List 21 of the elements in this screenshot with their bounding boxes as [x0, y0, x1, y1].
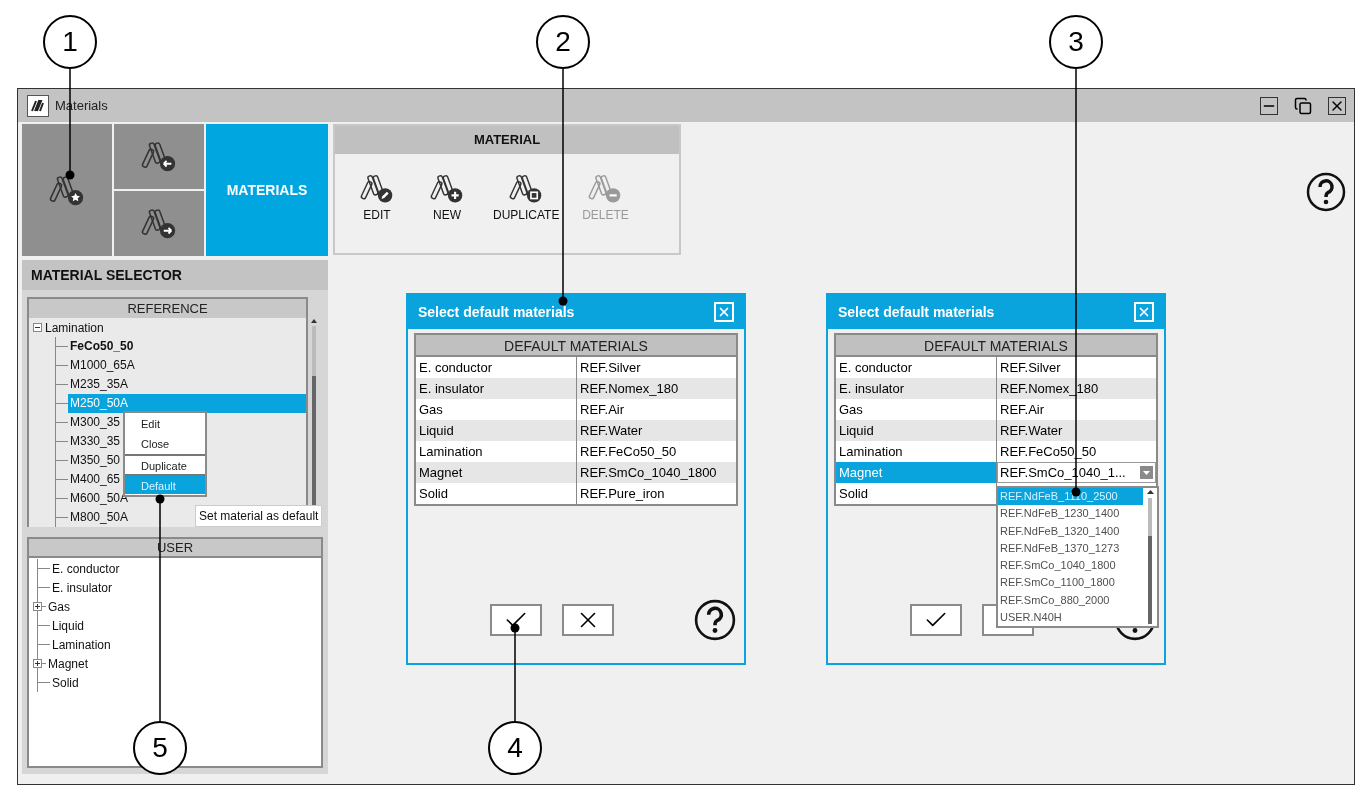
tree-header: REFERENCE	[29, 299, 306, 318]
table-cell-text: REF.FeCo50_50	[579, 443, 678, 461]
toolbar-header: MATERIAL	[335, 126, 679, 154]
table-cell-text: REF.Water	[999, 422, 1064, 440]
table-cell-text: REF.Nomex_180	[579, 380, 680, 398]
table-cell-text: REF.Air	[999, 401, 1046, 419]
table-title: DEFAULT MATERIALS	[416, 335, 736, 357]
table-cell-text: REF.Pure_iron	[579, 485, 666, 503]
dialog-title: Select default materials	[418, 302, 575, 322]
tooltip: Set material as default	[195, 505, 323, 527]
selector-header: MATERIAL SELECTOR	[22, 260, 328, 290]
callout-number: 1	[43, 15, 97, 69]
table-title: DEFAULT MATERIALS	[836, 335, 1156, 357]
table-cell-text: REF.Silver	[999, 359, 1062, 377]
callout-number: 3	[1049, 15, 1103, 69]
table-cell-text: REF.Silver	[579, 359, 642, 377]
dialog-title: Select default materials	[838, 302, 995, 322]
table-cell-text: REF.Water	[579, 422, 644, 440]
table-cell-text: REF.Air	[579, 401, 626, 419]
table-cell-text: REF.SmCo_1040_1800	[579, 464, 718, 482]
callout-number: 2	[536, 15, 590, 69]
